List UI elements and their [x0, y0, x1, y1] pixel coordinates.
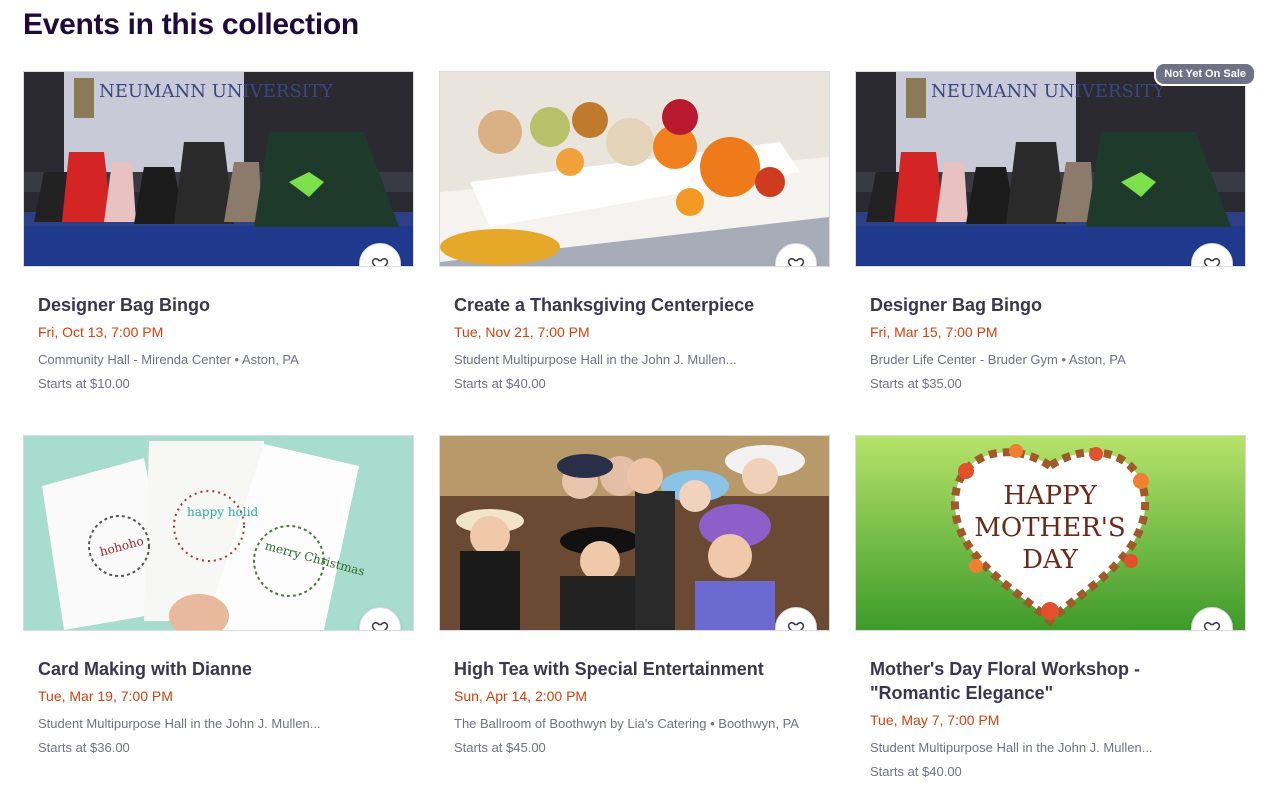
event-venue: Student Multipurpose Hall in the John J.… [38, 716, 321, 731]
screen-text: NEUMANN UNIVERSITY [931, 81, 1166, 102]
event-card[interactable]: NEUMANN UNIVERSITY Designer Bag Bingo Fr… [23, 71, 414, 391]
heart-icon [371, 257, 389, 266]
event-title[interactable]: Card Making with Dianne [38, 657, 398, 681]
event-title[interactable]: Designer Bag Bingo [38, 293, 398, 317]
heart-icon [787, 621, 805, 630]
event-venue: The Ballroom of Boothwyn by Lia's Cateri… [454, 716, 799, 731]
event-venue: Student Multipurpose Hall in the John J.… [454, 352, 737, 367]
event-image[interactable]: NEUMANN UNIVERSITY [855, 71, 1246, 267]
event-card[interactable]: Create a Thanksgiving Centerpiece Tue, N… [439, 71, 830, 391]
heart-icon [787, 257, 805, 266]
event-price: Starts at $35.00 [870, 376, 962, 391]
event-price: Starts at $45.00 [454, 740, 546, 755]
event-title[interactable]: Designer Bag Bingo [870, 293, 1230, 317]
event-date: Tue, May 7, 7:00 PM [870, 712, 1000, 728]
event-venue: Student Multipurpose Hall in the John J.… [870, 740, 1153, 755]
event-card[interactable]: High Tea with Special Entertainment Sun,… [439, 435, 830, 755]
event-date: Tue, Mar 19, 7:00 PM [38, 688, 173, 704]
event-image[interactable] [439, 71, 830, 267]
event-card[interactable]: hohoho happy holid merry Christmas Card … [23, 435, 414, 755]
event-venue: Community Hall - Mirenda Center • Aston,… [38, 352, 299, 367]
event-date: Fri, Mar 15, 7:00 PM [870, 324, 998, 340]
heart-icon [371, 621, 389, 630]
card-text: HAPPY [1003, 481, 1097, 511]
status-badge: Not Yet On Sale [1154, 62, 1256, 86]
event-image[interactable]: hohoho happy holid merry Christmas [23, 435, 414, 631]
event-image[interactable]: NEUMANN UNIVERSITY [23, 71, 414, 267]
event-price: Starts at $40.00 [454, 376, 546, 391]
event-price: Starts at $10.00 [38, 376, 130, 391]
card-text: happy holid [187, 505, 258, 519]
event-price: Starts at $36.00 [38, 740, 130, 755]
screen-text: NEUMANN UNIVERSITY [99, 81, 334, 102]
card-text: DAY [1022, 545, 1079, 575]
event-image[interactable]: HAPPY MOTHER'S DAY [855, 435, 1246, 631]
event-date: Tue, Nov 21, 7:00 PM [454, 324, 590, 340]
heart-icon [1203, 621, 1221, 630]
event-date: Fri, Oct 13, 7:00 PM [38, 324, 164, 340]
event-card[interactable]: HAPPY MOTHER'S DAY Mother's Day Floral W… [855, 435, 1246, 779]
card-text: MOTHER'S [974, 513, 1125, 543]
event-title[interactable]: High Tea with Special Entertainment [454, 657, 814, 681]
event-title[interactable]: Mother's Day Floral Workshop - "Romantic… [870, 657, 1230, 705]
event-card[interactable]: NEUMANN UNIVERSITY Designer Bag Bingo Fr… [855, 71, 1246, 391]
event-venue: Bruder Life Center - Bruder Gym • Aston,… [870, 352, 1126, 367]
section-title: Events in this collection [23, 8, 359, 41]
heart-icon [1203, 257, 1221, 266]
event-image[interactable] [439, 435, 830, 631]
event-title[interactable]: Create a Thanksgiving Centerpiece [454, 293, 814, 317]
event-date: Sun, Apr 14, 2:00 PM [454, 688, 588, 704]
event-price: Starts at $40.00 [870, 764, 962, 779]
